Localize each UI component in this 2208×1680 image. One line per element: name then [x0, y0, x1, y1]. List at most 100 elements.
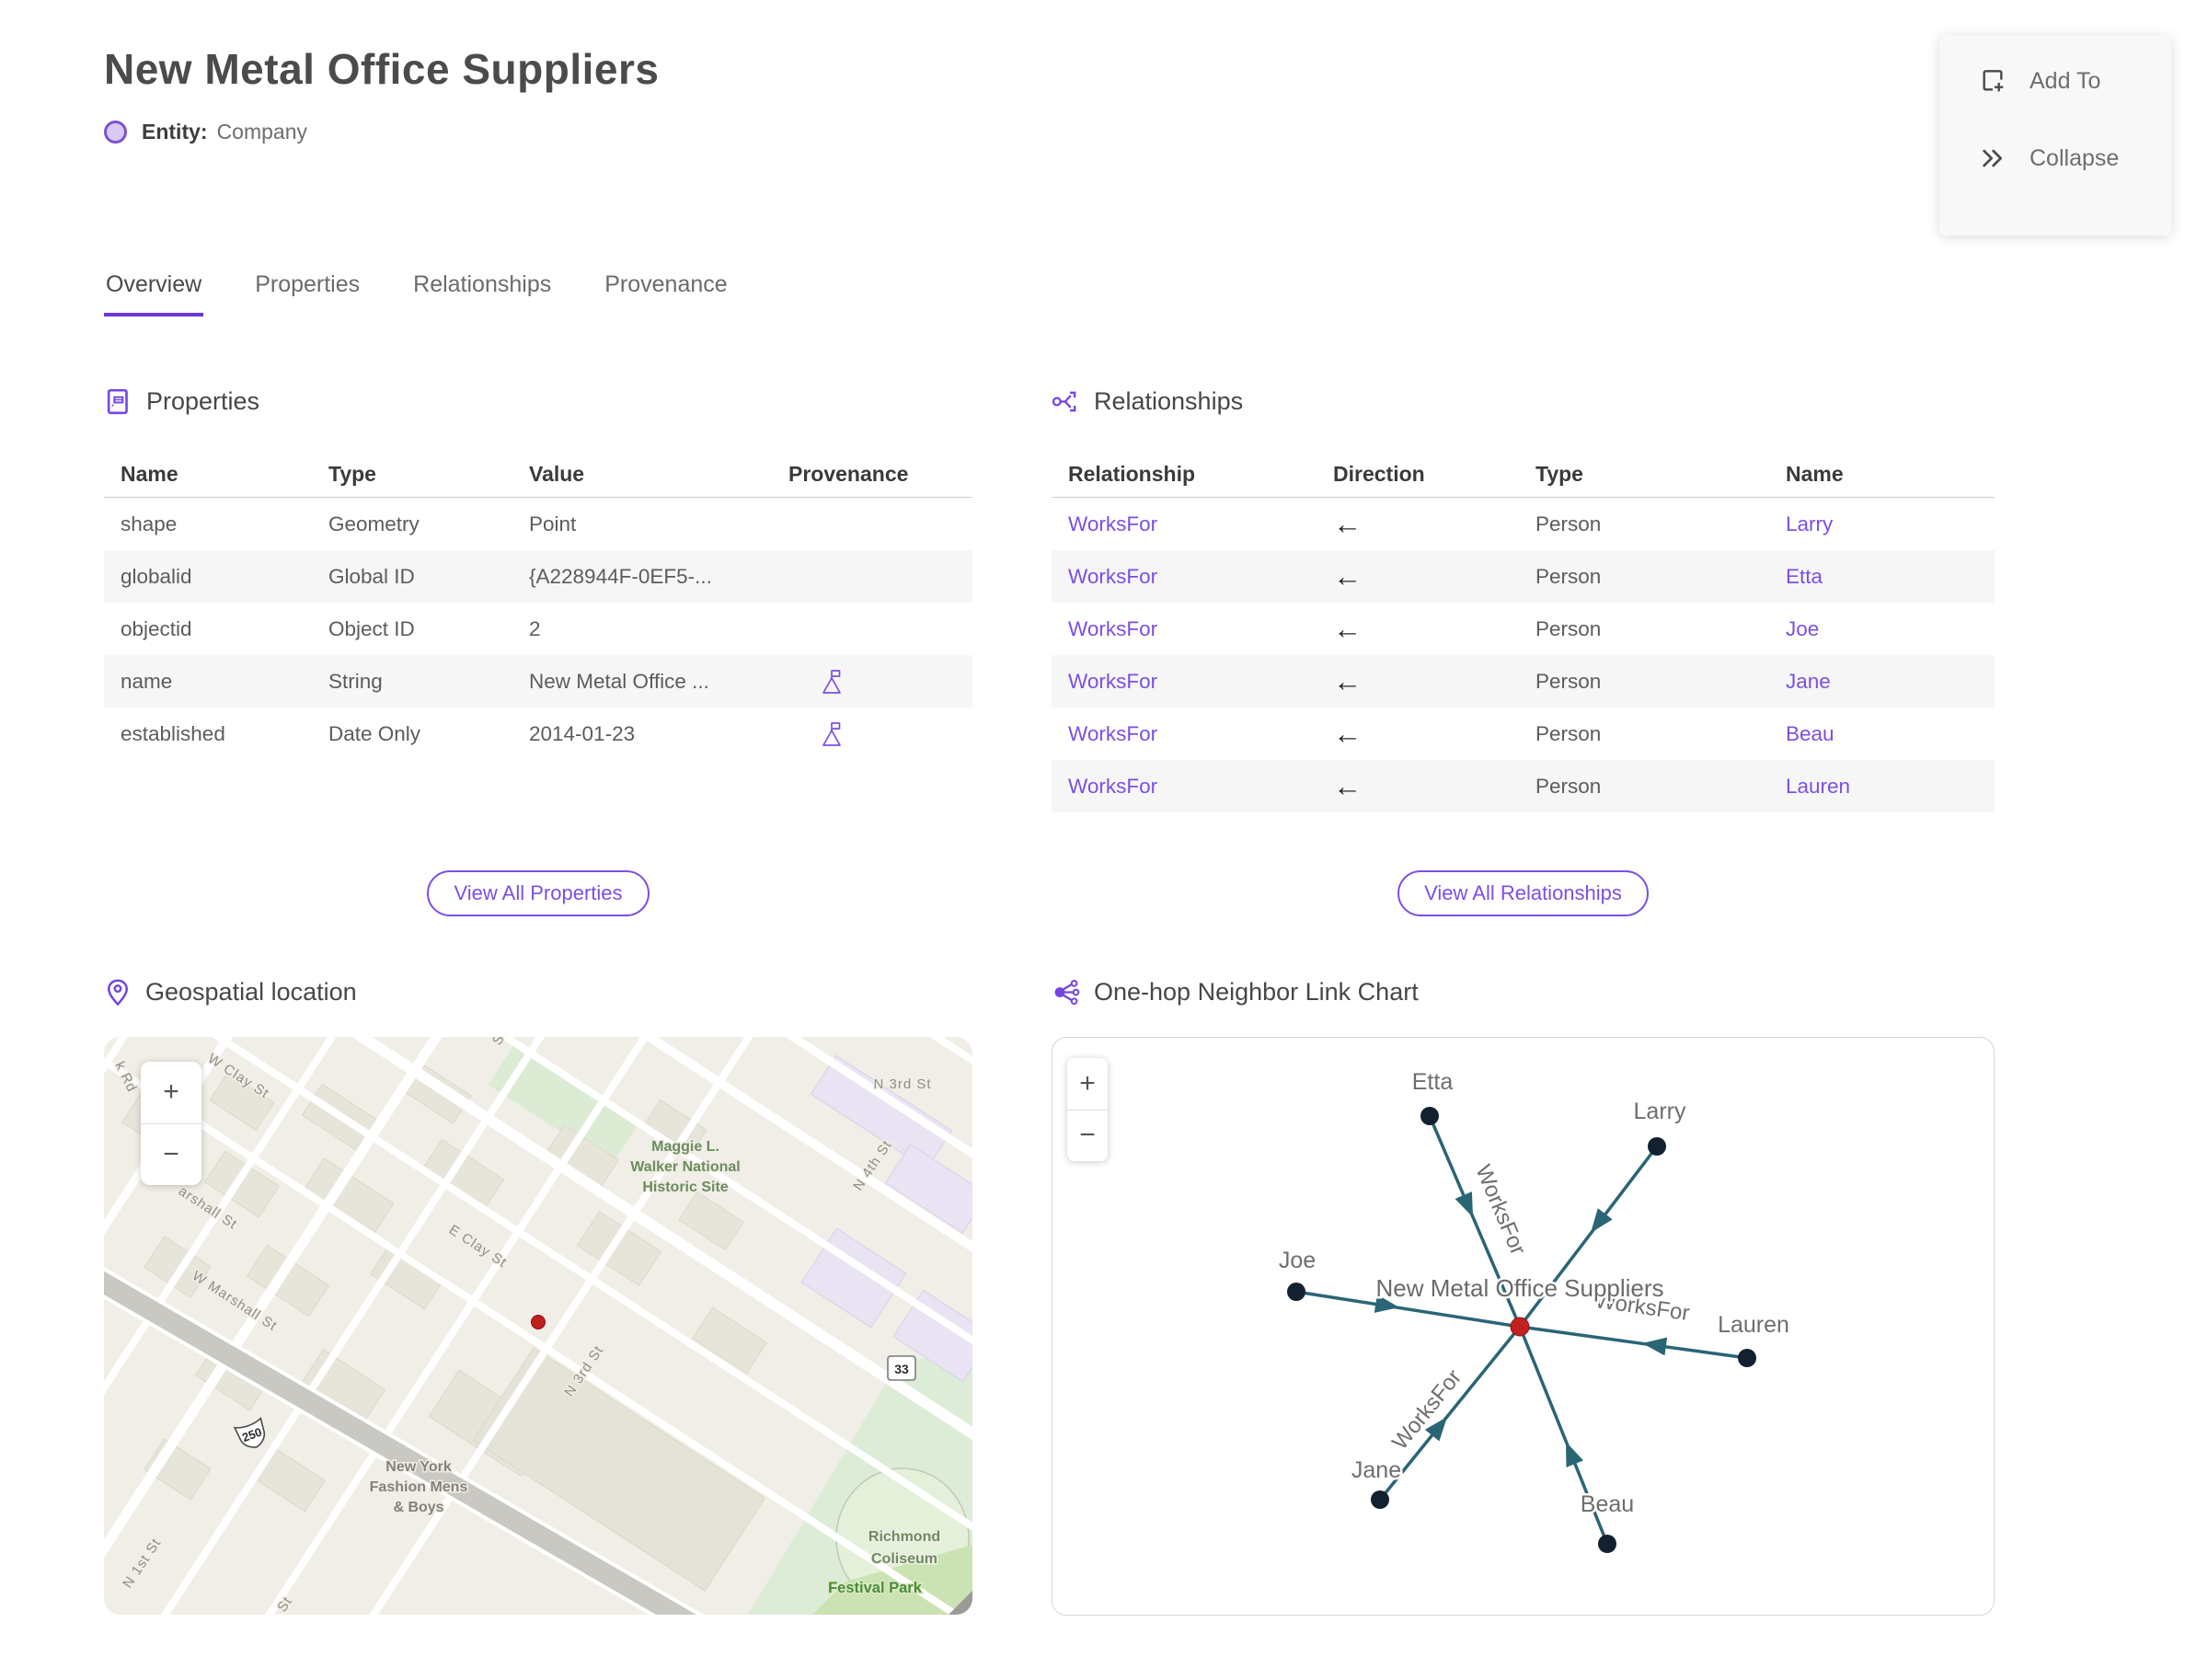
poi-nyfashion-line1: New York [385, 1459, 452, 1475]
tab[interactable]: Properties [253, 271, 362, 316]
quick-actions-panel: Add To Collapse [1939, 35, 2171, 236]
property-name: objectid [121, 616, 192, 640]
link-chart-section: One-hop Neighbor Link Chart WorksFor Wor… [1052, 972, 1995, 1616]
relationships-section-header: Relationships [1052, 382, 1995, 420]
node-jane [1371, 1490, 1389, 1509]
entity-type-value: Company [216, 120, 307, 144]
map-zoom-out-button[interactable]: − [141, 1122, 201, 1185]
tab[interactable]: Overview [104, 271, 204, 316]
relationship-link[interactable]: WorksFor [1068, 617, 1333, 641]
chart-zoom-in-button[interactable]: + [1067, 1058, 1108, 1110]
direction-arrow: ← [1333, 770, 1362, 802]
property-name: established [121, 721, 225, 745]
tab[interactable]: Provenance [603, 271, 729, 316]
property-value: 2014-01-23 [529, 721, 636, 745]
node-beau [1598, 1535, 1616, 1553]
view-all-relationships-button[interactable]: View All Relationships [1397, 870, 1649, 916]
related-entity-link[interactable]: Etta [1786, 565, 1995, 589]
property-type: Geometry [328, 512, 420, 535]
related-entity-link[interactable]: Jane [1786, 670, 1995, 694]
page-title: New Metal Office Suppliers [104, 45, 660, 93]
poi-maggie-line2: Walker National [630, 1159, 740, 1175]
property-type: String [328, 669, 383, 693]
node-label-center: New Metal Office Suppliers [1375, 1274, 1663, 1302]
direction-arrow: ← [1333, 560, 1362, 593]
property-provenance [788, 511, 972, 538]
property-row: globalid Global ID {A228944F-0EF5-... [104, 550, 972, 603]
direction-arrow: ← [1333, 613, 1362, 645]
link-chart-canvas: WorksFor WorksFor WorksFor Etta Larry Jo… [1276, 1067, 1791, 1553]
col-type: Type [1535, 461, 1583, 486]
related-entity-link[interactable]: Beau [1786, 722, 1995, 746]
related-entity-type: Person [1535, 774, 1602, 798]
col-value: Value [529, 461, 585, 486]
geospatial-section: Geospatial location 250 33 k Rd W Clay S… [104, 972, 972, 1615]
poi-maggie-line3: Historic Site [642, 1179, 728, 1195]
property-value: Point [529, 512, 577, 535]
properties-section: Properties Name Type Value Provenance sh… [104, 382, 972, 916]
map-location-marker [531, 1315, 546, 1329]
tab[interactable]: Relationships [411, 271, 553, 316]
property-provenance [788, 563, 972, 591]
relationship-link[interactable]: WorksFor [1068, 512, 1333, 536]
properties-rows: shape Geometry Point globalid Global ID … [104, 498, 972, 760]
map-zoom-in-button[interactable]: + [141, 1062, 201, 1123]
add-to-button[interactable]: Add To [1978, 66, 2171, 96]
related-entity-type: Person [1535, 616, 1602, 640]
map-zoom-control: + − [141, 1062, 201, 1185]
property-row: name String New Metal Office ... [104, 655, 972, 708]
collapse-label: Collapse [2030, 144, 2120, 171]
geospatial-section-header: Geospatial location [104, 972, 972, 1011]
collapse-button[interactable]: Collapse [1978, 144, 2171, 173]
provenance-flag-icon[interactable] [820, 668, 844, 696]
direction-arrow: ← [1333, 665, 1362, 697]
related-entity-link[interactable]: Joe [1786, 617, 1995, 641]
node-label-jane: Jane [1351, 1457, 1401, 1483]
view-all-properties-button[interactable]: View All Properties [427, 870, 650, 916]
related-entity-link[interactable]: Lauren [1786, 775, 1995, 799]
provenance-flag-icon[interactable] [820, 720, 844, 748]
relationship-link[interactable]: WorksFor [1068, 565, 1333, 589]
chart-zoom-out-button[interactable]: − [1067, 1109, 1108, 1161]
related-entity-link[interactable]: Larry [1786, 512, 1995, 536]
direction-arrow: ← [1333, 718, 1362, 750]
entity-details-page: New Metal Office Suppliers Entity: Compa… [0, 0, 2208, 1680]
relationships-section: Relationships Relationship Direction Typ… [1052, 382, 1995, 916]
entity-type-icon [104, 121, 127, 144]
relationships-title: Relationships [1094, 386, 1244, 415]
property-provenance [788, 720, 972, 748]
collapse-chevrons-icon [1983, 149, 2002, 167]
node-label-etta: Etta [1412, 1069, 1454, 1095]
relationship-link[interactable]: WorksFor [1068, 670, 1333, 694]
property-value: New Metal Office ... [529, 669, 709, 693]
property-type: Global ID [328, 564, 415, 588]
poi-coliseum-line1: Richmond [868, 1529, 940, 1545]
col-provenance: Provenance [788, 461, 909, 486]
relationship-link[interactable]: WorksFor [1068, 775, 1333, 799]
relationships-rows: WorksFor ← Person Larry WorksFor ← Perso… [1052, 498, 1995, 812]
property-type: Object ID [328, 616, 415, 640]
col-direction: Direction [1333, 461, 1425, 486]
link-chart-section-header: One-hop Neighbor Link Chart [1052, 972, 1995, 1011]
tab-bar: Overview Properties Relationships Proven… [104, 271, 730, 316]
poi-festival-park: Festival Park [828, 1580, 923, 1596]
link-chart-icon [1054, 979, 1080, 1005]
direction-arrow: ← [1333, 508, 1362, 540]
properties-table-header: Name Type Value Provenance [104, 451, 972, 498]
property-row: objectid Object ID 2 [104, 603, 972, 655]
properties-icon [107, 388, 128, 414]
node-label-larry: Larry [1634, 1099, 1686, 1124]
properties-title: Properties [146, 386, 260, 415]
map[interactable]: 250 33 k Rd W Clay St Sa N 3rd St arshal… [104, 1037, 972, 1615]
relationship-row: WorksFor ← Person Beau [1052, 708, 1995, 760]
map-pin-icon [107, 978, 129, 1006]
col-type: Type [328, 461, 376, 486]
relationship-link[interactable]: WorksFor [1068, 722, 1333, 746]
entity-row: Entity: Company [104, 120, 659, 144]
link-chart[interactable]: WorksFor WorksFor WorksFor Etta Larry Jo… [1052, 1037, 1995, 1616]
node-label-lauren: Lauren [1718, 1312, 1789, 1338]
add-to-icon [1983, 70, 2004, 92]
property-row: shape Geometry Point [104, 498, 972, 550]
property-name: shape [121, 512, 178, 535]
node-center-entity[interactable] [1510, 1317, 1530, 1337]
